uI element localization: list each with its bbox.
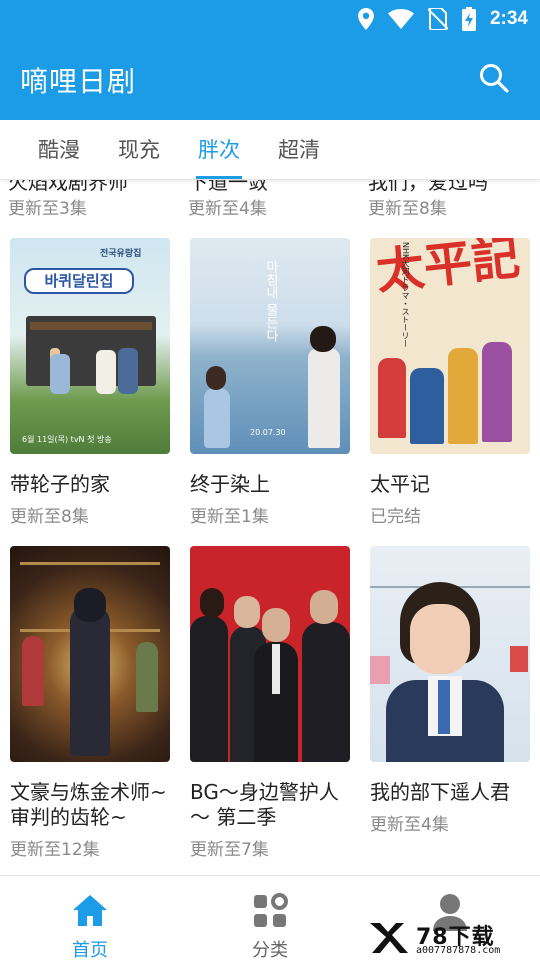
no-sim-icon [427,8,448,30]
poster-image[interactable]: 太平記 NHK大河ドラマ・ストーリー [370,238,530,454]
drama-card[interactable]: 太平記 NHK大河ドラマ・ストーリー 太平记 已完结 [370,238,530,527]
watermark-url: a007787878.com [416,945,501,956]
card-title: 火焰戏剧界师 [8,180,128,194]
watermark-logo-icon [370,923,408,953]
home-icon [73,895,107,926]
card-subtitle: 更新至3集 [8,199,87,219]
poster-image[interactable]: 마침내 물든다 20.07.30 [190,238,350,454]
poster-text: 전국유랑집 [100,249,142,259]
poster-text: 바퀴달린집 [24,268,134,294]
nav-home[interactable]: 首页 [0,876,180,960]
app-bar: 嘀哩日剧 [0,38,540,120]
tab-chaoqing[interactable]: 超清 [260,120,338,180]
tab-kuman[interactable]: 酷漫 [20,120,98,180]
tab-pangci[interactable]: 胖次 [180,120,258,180]
card-subtitle: 更新至4集 [370,815,449,835]
card-subtitle: 已完结 [370,507,421,527]
status-icons: 2:34 [357,6,528,32]
category-tabs: 酷漫 现充 胖次 超清 [0,120,540,180]
status-time: 2:34 [489,8,528,29]
card-title: BG～身边警护人～ 第二季 [190,780,339,829]
card-subtitle: 更新至8集 [368,199,447,219]
search-icon[interactable] [478,62,510,94]
nav-label: 首页 [72,940,108,960]
poster-text: 마침내 물든다 [263,260,278,343]
tab-xianchong[interactable]: 现充 [100,120,178,180]
wifi-icon [387,9,414,29]
poster-text: 太平記 [373,238,523,301]
poster-image[interactable]: 전국유랑집 바퀴달린집 6월 11일(목) tvN 첫 방송 [10,238,170,454]
card-title: 文豪与炼金术师~审判的齿轮~ [10,780,167,829]
nav-category[interactable]: 分类 [180,876,360,960]
card-subtitle: 更新至4集 [188,199,267,219]
poster-image[interactable] [370,546,530,762]
status-bar: 2:34 [0,0,540,38]
card-subtitle: 更新至12集 [10,840,100,860]
card-title: 太平记 [370,472,430,496]
poster-text: 6월 11일(목) tvN 첫 방송 [22,435,112,444]
poster-image[interactable] [10,546,170,762]
card-subtitle: 更新至8集 [10,507,89,527]
card-title: 我们，爱过吗 [368,180,488,194]
drama-card[interactable]: 文豪与炼金术师~审判的齿轮~ 更新至12集 [10,546,170,860]
poster-image[interactable] [190,546,350,762]
drama-card[interactable]: BG～身边警护人～ 第二季 更新至7集 [190,546,350,860]
card-subtitle: 更新至1集 [190,507,269,527]
app-header: 2:34 嘀哩日剧 [0,0,540,120]
watermark: 78下载 a007787878.com [368,919,528,959]
nav-label: 分类 [252,940,288,960]
card-title: 带轮子的家 [10,472,110,496]
poster-text: 20.07.30 [250,428,286,437]
card-title: 下道一敛 [188,180,268,194]
content-grid: 火焰戏剧界师 更新至3集 下道一敛 更新至4集 我们，爱过吗 更新至8集 전국유… [0,180,540,875]
location-icon [357,8,374,30]
battery-icon [461,7,476,31]
poster-text: NHK大河ドラマ・ストーリー [401,242,410,348]
drama-card[interactable]: 전국유랑집 바퀴달린집 6월 11일(목) tvN 첫 방송 带轮子的家 更新至… [10,238,170,527]
card-title: 终于染上 [190,472,270,496]
drama-card[interactable]: 我的部下遥人君 更新至4集 [370,546,530,835]
app-title: 嘀哩日剧 [20,65,137,98]
grid-icon [254,893,288,927]
card-subtitle: 更新至7集 [190,840,269,860]
card-title: 我的部下遥人君 [370,780,510,804]
tab-active-indicator [196,176,242,179]
drama-card[interactable]: 마침내 물든다 20.07.30 终于染上 更新至1集 [190,238,350,527]
